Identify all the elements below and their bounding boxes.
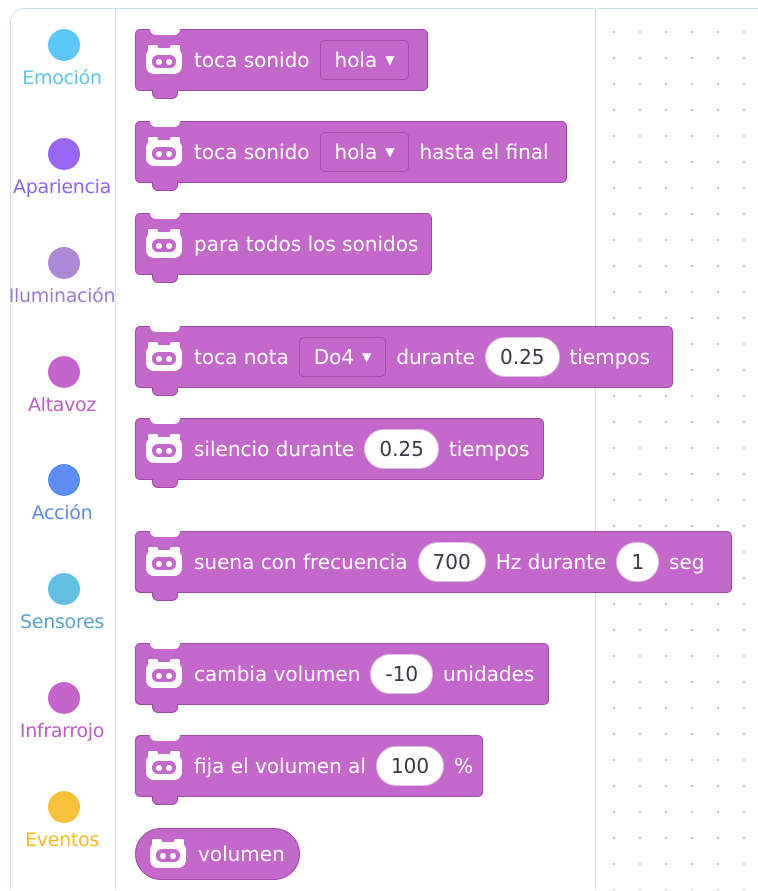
- category-sidebar: Emoción Apariencia Iluminación Altavoz A…: [9, 8, 117, 891]
- robot-icon: [146, 751, 182, 780]
- category-dot: [48, 464, 80, 496]
- block-label: unidades: [443, 662, 535, 686]
- block-play-sound[interactable]: toca sonido hola ▼: [135, 29, 428, 99]
- category-dot: [48, 356, 80, 388]
- block-label: cambia volumen: [194, 662, 361, 686]
- volume-input[interactable]: 100: [375, 746, 445, 786]
- block-label: tiempos: [448, 437, 530, 461]
- category-label: Acción: [31, 502, 93, 524]
- block-label: toca sonido: [194, 48, 310, 72]
- block-label: seg: [669, 550, 705, 574]
- category-label: Infrarrojo: [19, 720, 105, 742]
- robot-icon: [146, 137, 182, 166]
- category-dot: [48, 247, 80, 279]
- category-sensores[interactable]: Sensores: [11, 573, 117, 673]
- seconds-input[interactable]: 1: [616, 542, 660, 582]
- caret-down-icon: ▼: [385, 53, 395, 67]
- robot-icon: [150, 839, 186, 868]
- category-altavoz[interactable]: Altavoz: [11, 356, 117, 456]
- block-label: silencio durante: [194, 437, 355, 461]
- category-label: Apariencia: [13, 176, 111, 198]
- dropdown-value: hola: [334, 48, 378, 72]
- dropdown-value: hola: [334, 140, 378, 164]
- robot-icon: [146, 434, 182, 463]
- block-label: toca sonido: [194, 140, 310, 164]
- block-label: Hz durante: [495, 550, 607, 574]
- block-label: tiempos: [569, 345, 651, 369]
- category-label: Altavoz: [27, 394, 97, 416]
- robot-icon: [146, 659, 182, 688]
- category-infrarrojo[interactable]: Infrarrojo: [11, 682, 117, 782]
- block-label: hasta el final: [419, 140, 549, 164]
- category-emocion[interactable]: Emoción: [11, 29, 117, 129]
- block-rest[interactable]: silencio durante 0.25 tiempos: [135, 418, 544, 488]
- category-label: Eventos: [25, 829, 99, 851]
- sound-dropdown[interactable]: hola ▼: [319, 40, 410, 80]
- category-dot: [48, 573, 80, 605]
- beats-input[interactable]: 0.25: [364, 429, 439, 469]
- robot-icon: [146, 45, 182, 74]
- workspace-canvas[interactable]: [597, 8, 758, 890]
- block-play-note[interactable]: toca nota Do4 ▼ durante 0.25 tiempos: [135, 326, 673, 396]
- block-play-frequency[interactable]: suena con frecuencia 700 Hz durante 1 se…: [135, 531, 732, 601]
- block-label: suena con frecuencia: [194, 550, 408, 574]
- category-dot: [48, 138, 80, 170]
- sound-dropdown[interactable]: hola ▼: [319, 132, 410, 172]
- category-label: Emoción: [22, 67, 102, 89]
- block-label: durante: [396, 345, 475, 369]
- dropdown-value: Do4: [313, 345, 355, 369]
- category-label: Iluminación: [8, 285, 116, 307]
- category-dot: [48, 791, 80, 823]
- block-label: volumen: [198, 842, 285, 866]
- category-apariencia[interactable]: Apariencia: [11, 138, 117, 238]
- block-label: para todos los sonidos: [194, 232, 419, 256]
- block-label: toca nota: [194, 345, 289, 369]
- category-dot: [48, 682, 80, 714]
- caret-down-icon: ▼: [362, 350, 372, 364]
- category-accion[interactable]: Acción: [11, 464, 117, 564]
- block-stop-all-sounds[interactable]: para todos los sonidos: [135, 213, 432, 283]
- block-label: fija el volumen al: [194, 754, 366, 778]
- beats-input[interactable]: 0.25: [484, 337, 560, 377]
- block-play-sound-until-done[interactable]: toca sonido hola ▼ hasta el final: [135, 121, 567, 191]
- category-iluminacion[interactable]: Iluminación: [9, 247, 117, 347]
- block-set-volume[interactable]: fija el volumen al 100 %: [135, 735, 483, 805]
- category-label: Sensores: [20, 611, 104, 633]
- block-change-volume[interactable]: cambia volumen -10 unidades: [135, 643, 549, 713]
- robot-icon: [146, 342, 182, 371]
- category-dot: [48, 29, 80, 61]
- volume-change-input[interactable]: -10: [370, 654, 434, 694]
- robot-icon: [146, 547, 182, 576]
- category-eventos[interactable]: Eventos: [11, 791, 117, 891]
- caret-down-icon: ▼: [385, 145, 395, 159]
- note-dropdown[interactable]: Do4 ▼: [298, 337, 387, 377]
- block-label: %: [454, 754, 474, 778]
- robot-icon: [146, 229, 182, 258]
- frequency-input[interactable]: 700: [417, 542, 486, 582]
- reporter-volume[interactable]: volumen: [135, 828, 300, 880]
